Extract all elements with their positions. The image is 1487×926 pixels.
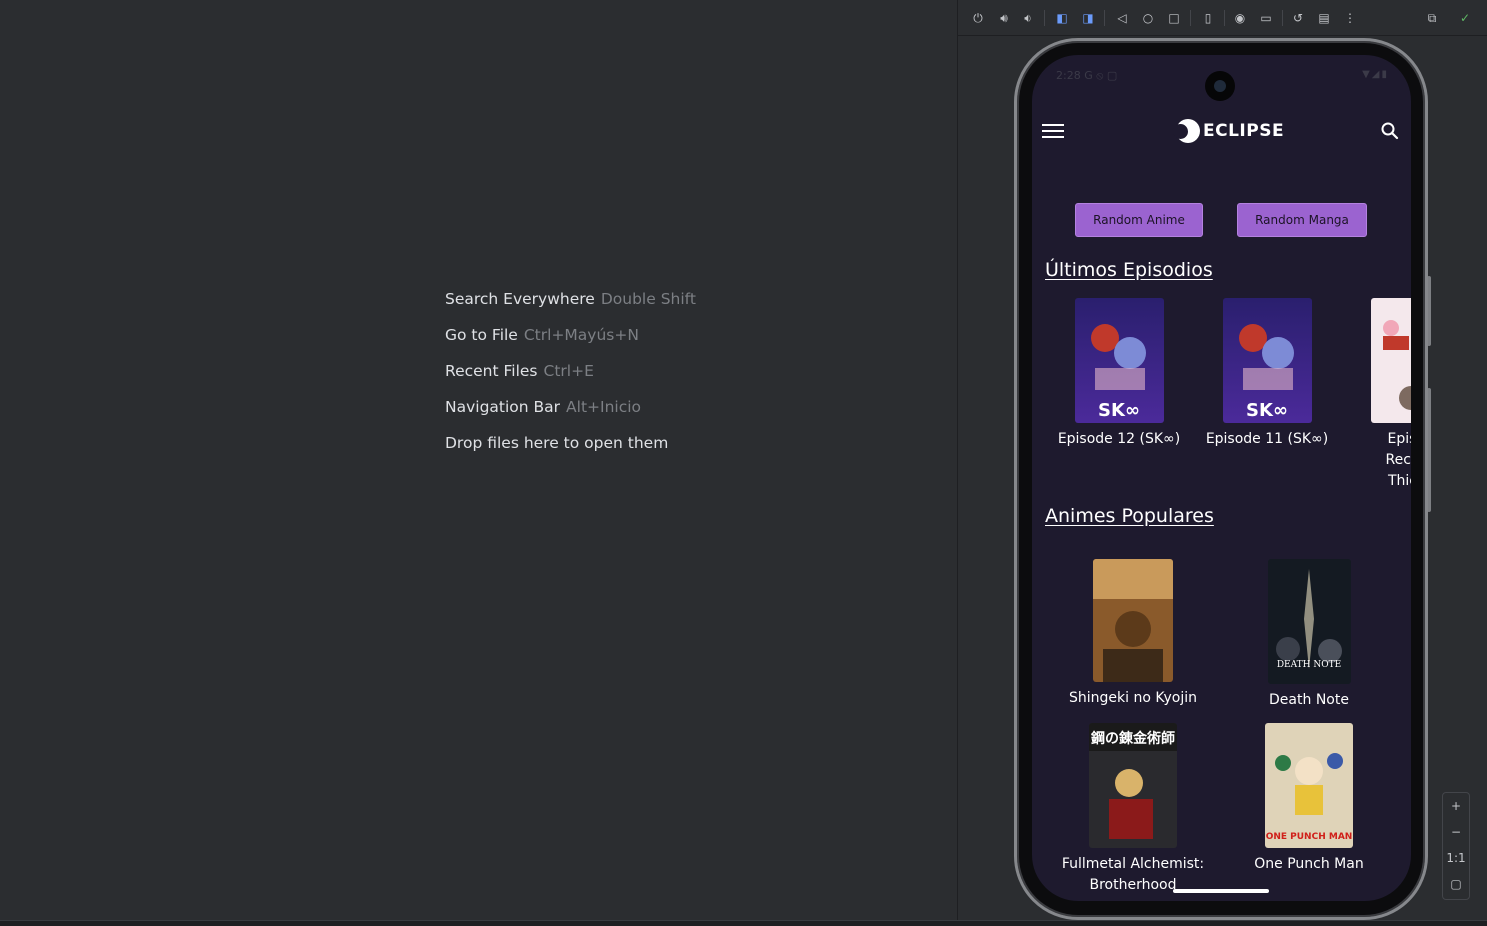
anime-title: One Punch Man — [1254, 856, 1364, 872]
anime-title: Death Note — [1269, 692, 1349, 708]
zoom-fit-button[interactable]: ▢ — [1443, 871, 1469, 897]
power-icon[interactable]: ⏻ — [968, 8, 988, 28]
check-icon: ✓ — [1459, 11, 1471, 25]
toolbar-separator — [1224, 10, 1225, 26]
episode-thumbnail — [1371, 298, 1411, 423]
random-manga-button[interactable]: Random Manga — [1237, 203, 1367, 237]
anime-poster: ONE PUNCH MAN — [1265, 723, 1353, 848]
zoom-out-button[interactable]: − — [1443, 819, 1469, 845]
fold-icon[interactable]: ▯ — [1198, 8, 1218, 28]
anime-card[interactable]: 鋼の錬金術師 Fullmetal Alchemist: Brotherhood — [1048, 723, 1218, 896]
home-icon[interactable]: ○ — [1138, 8, 1158, 28]
zoom-controls: + − 1:1 ▢ — [1442, 792, 1470, 900]
random-anime-button[interactable]: Random Anime — [1075, 203, 1203, 237]
episode-thumbnail: SK∞ — [1222, 298, 1312, 423]
record-icon[interactable]: ▭ — [1256, 8, 1276, 28]
anime-card[interactable]: DEATH NOTE Death Note — [1224, 559, 1394, 711]
hint-navigation-bar[interactable]: Navigation Bar Alt+Inicio — [445, 398, 696, 434]
episode-card[interactable]: SK∞ Episode 12 (SK∞) — [1055, 298, 1183, 450]
anime-poster: DEATH NOTE — [1267, 559, 1351, 684]
running-devices-panel: ⏻ 🔊︎ 🔉︎ ◧ ◨ ◁ ○ □ ▯ ◉ ▭ ↺ ▤ ⋮ ⧉ ✓ 2:28 G — [958, 0, 1487, 926]
episode-label: Episode Recoil: F Thieves — [1385, 431, 1412, 489]
status-bar-right: ▼◢▮ — [1362, 69, 1389, 80]
back-icon[interactable]: ◁ — [1112, 8, 1132, 28]
emulator-toolbar: ⏻ 🔊︎ 🔉︎ ◧ ◨ ◁ ○ □ ▯ ◉ ▭ ↺ ▤ ⋮ ⧉ ✓ — [958, 0, 1487, 36]
volume-down-icon[interactable]: 🔉︎ — [1018, 8, 1038, 28]
episode-label: Episode 11 (SK∞) — [1205, 431, 1329, 447]
shortcut-label: Alt+Inicio — [566, 398, 642, 416]
brand-name: ECLIPSE — [1203, 121, 1285, 141]
episode-label: Episode 12 (SK∞) — [1057, 431, 1181, 447]
snapshot-icon[interactable]: ↺ — [1288, 8, 1308, 28]
anime-card[interactable]: ONE PUNCH MAN One Punch Man — [1224, 723, 1394, 875]
anime-poster: 鋼の錬金術師 — [1089, 723, 1177, 848]
episode-thumbnail: SK∞ — [1074, 298, 1164, 423]
hint-drop-files: Drop files here to open them — [445, 434, 669, 452]
poster-logo-text: 鋼の錬金術師 — [1090, 730, 1175, 747]
ide-window: Search Everywhere Double Shift Go to File… — [0, 0, 1487, 926]
zoom-in-button[interactable]: + — [1443, 793, 1469, 819]
latest-episodes-title[interactable]: Últimos Episodios — [1045, 259, 1213, 281]
extended-controls-icon[interactable]: ▤ — [1314, 8, 1334, 28]
overview-icon[interactable]: □ — [1164, 8, 1184, 28]
status-icons: G ⦸ ▢ — [1084, 69, 1118, 82]
empty-editor-hints: Search Everywhere Double Shift Go to File… — [445, 290, 696, 470]
hamburger-menu-icon[interactable] — [1042, 121, 1064, 139]
popular-anime-title[interactable]: Animes Populares — [1045, 505, 1214, 527]
toolbar-separator — [1190, 10, 1191, 26]
status-bar — [0, 920, 1487, 926]
toolbar-separator — [1282, 10, 1283, 26]
hint-search-everywhere[interactable]: Search Everywhere Double Shift — [445, 290, 696, 326]
status-bar-left: 2:28 G ⦸ ▢ — [1056, 69, 1117, 83]
poster-logo-text: ONE PUNCH MAN — [1266, 832, 1353, 842]
hint-go-to-file[interactable]: Go to File Ctrl+Mayús+N — [445, 326, 696, 362]
shortcut-label: Ctrl+Mayús+N — [523, 326, 639, 344]
toolbar-separator — [1044, 10, 1045, 26]
anime-card[interactable]: Shingeki no Kyojin — [1048, 559, 1218, 709]
more-icon[interactable]: ⋮ — [1340, 8, 1360, 28]
poster-logo-text: SK∞ — [1246, 400, 1288, 421]
poster-logo-text: DEATH NOTE — [1276, 660, 1340, 670]
anime-poster — [1093, 559, 1173, 682]
search-icon[interactable] — [1380, 121, 1400, 141]
device-mirror-icon[interactable]: ⧉ — [1422, 8, 1442, 28]
gesture-home-indicator[interactable] — [1173, 889, 1269, 893]
volume-up-icon[interactable]: 🔊︎ — [994, 8, 1014, 28]
eclipse-logo-icon — [1173, 119, 1200, 143]
front-camera — [1205, 71, 1235, 101]
episode-card[interactable]: SK∞ Episode 11 (SK∞) — [1203, 298, 1331, 450]
rotate-right-icon[interactable]: ◨ — [1078, 8, 1098, 28]
anime-title: Shingeki no Kyojin — [1068, 690, 1198, 706]
phone-screen[interactable]: 2:28 G ⦸ ▢ ▼◢▮ ECLIPSE Random Anime Rand… — [1032, 55, 1411, 901]
episode-card[interactable]: Episode Recoil: F Thieves — [1351, 298, 1411, 492]
shortcut-label: Double Shift — [600, 290, 696, 308]
screenshot-icon[interactable]: ◉ — [1230, 8, 1250, 28]
editor-empty-area[interactable]: Search Everywhere Double Shift Go to File… — [0, 0, 957, 926]
shortcut-label: Ctrl+E — [543, 362, 594, 380]
status-time: 2:28 — [1056, 69, 1081, 82]
zoom-actual-size-button[interactable]: 1:1 — [1443, 845, 1469, 871]
toolbar-separator — [1104, 10, 1105, 26]
app-logo: ECLIPSE — [1173, 119, 1285, 143]
rotate-left-icon[interactable]: ◧ — [1052, 8, 1072, 28]
hint-recent-files[interactable]: Recent Files Ctrl+E — [445, 362, 696, 398]
poster-logo-text: SK∞ — [1098, 400, 1140, 421]
